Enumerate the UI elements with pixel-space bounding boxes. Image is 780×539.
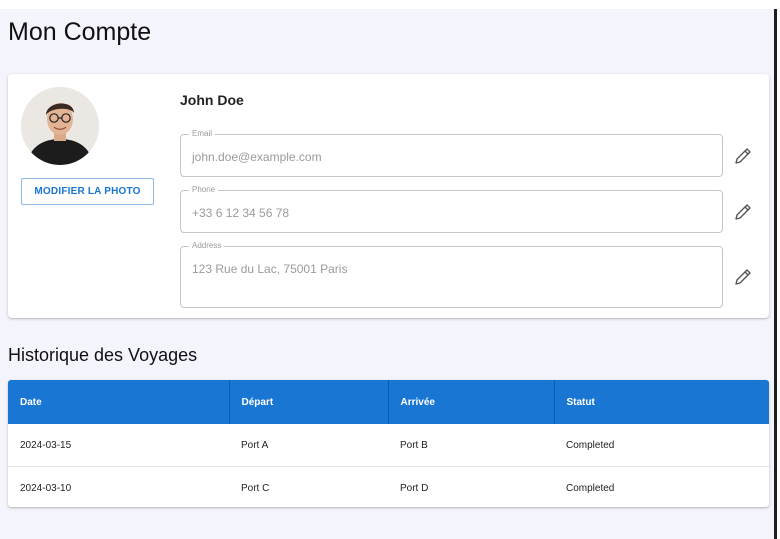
cell-departure: Port C: [241, 482, 270, 494]
change-photo-button[interactable]: MODIFIER LA PHOTO: [21, 178, 154, 205]
column-header-departure[interactable]: Départ: [229, 380, 389, 424]
cell-status: Completed: [566, 482, 615, 494]
edit-phone-button[interactable]: [732, 201, 754, 223]
phone-label: Phone: [189, 185, 219, 195]
page-title: Mon Compte: [8, 18, 152, 46]
column-header-arrival[interactable]: Arrivée: [388, 380, 555, 424]
profile-card: MODIFIER LA PHOTO John Doe Email john.do…: [8, 74, 769, 318]
history-table: Date Départ Arrivée Statut 2024-03-15 Po…: [8, 380, 769, 507]
account-page: Mon Compte MODIFIER LA PHOTO John Doe Em…: [0, 9, 777, 539]
email-field[interactable]: Email john.doe@example.com: [180, 129, 723, 177]
column-header-status[interactable]: Statut: [554, 380, 769, 424]
pencil-icon: [735, 204, 751, 220]
pencil-icon: [735, 269, 751, 285]
address-label: Address: [189, 241, 225, 251]
edit-email-button[interactable]: [732, 145, 754, 167]
edit-address-button[interactable]: [732, 266, 754, 288]
address-field[interactable]: Address 123 Rue du Lac, 75001 Paris: [180, 241, 723, 308]
email-value: john.doe@example.com: [192, 150, 322, 164]
phone-field[interactable]: Phone +33 6 12 34 56 78: [180, 185, 723, 233]
cell-status: Completed: [554, 424, 769, 467]
cell-date: 2024-03-10: [20, 482, 72, 494]
table-row[interactable]: 2024-03-15 Port A Port B Completed: [8, 424, 769, 467]
email-label: Email: [189, 129, 216, 139]
column-header-date[interactable]: Date: [8, 380, 230, 424]
cell-departure: Port A: [229, 424, 388, 467]
table-row[interactable]: 2024-03-10 Port C Port D Completed: [8, 467, 769, 508]
table-header-row: Date Départ Arrivée Statut: [8, 380, 769, 424]
cell-date: 2024-03-15: [8, 424, 229, 467]
pencil-icon: [735, 148, 751, 164]
avatar: [21, 87, 99, 165]
address-value: 123 Rue du Lac, 75001 Paris: [192, 262, 348, 276]
cell-arrival: Port D: [400, 482, 429, 494]
history-title: Historique des Voyages: [8, 345, 198, 365]
user-name: John Doe: [180, 92, 244, 108]
phone-value: +33 6 12 34 56 78: [192, 206, 290, 220]
avatar-image: [21, 87, 99, 165]
cell-arrival: Port B: [388, 424, 554, 467]
